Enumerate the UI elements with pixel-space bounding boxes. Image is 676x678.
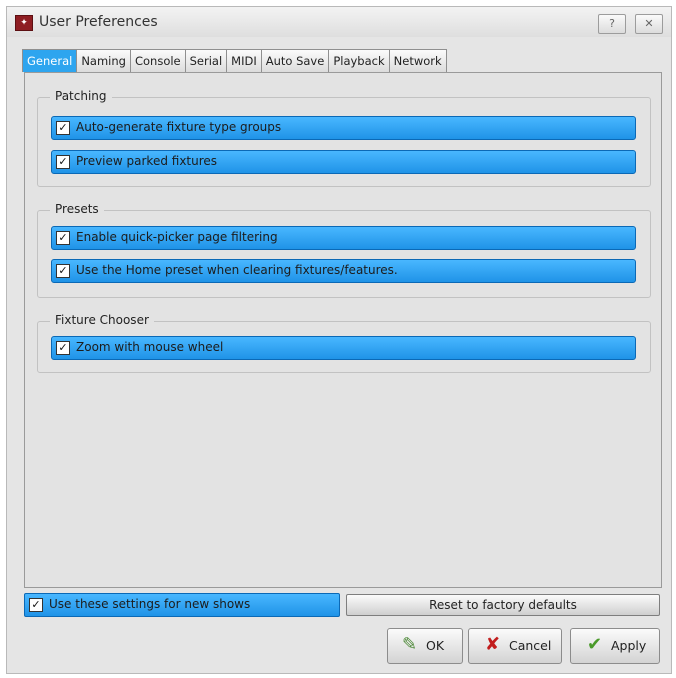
- pencil-check-icon: ✎: [402, 634, 418, 655]
- red-x-icon: ✘: [485, 634, 501, 655]
- app-icon: ✦: [15, 15, 33, 31]
- reset-factory-defaults-button[interactable]: Reset to factory defaults: [346, 594, 660, 616]
- checkbox-checked-icon: ✓: [56, 231, 70, 245]
- fixture-chooser-group-title: Fixture Chooser: [50, 313, 154, 327]
- zoom-mouse-wheel-checkbox[interactable]: ✓ Zoom with mouse wheel: [51, 336, 636, 360]
- help-button[interactable]: ?: [598, 14, 626, 34]
- apply-button[interactable]: ✔ Apply: [570, 628, 660, 664]
- home-preset-clearing-checkbox[interactable]: ✓ Use the Home preset when clearing fixt…: [51, 259, 636, 283]
- tab-playback[interactable]: Playback: [328, 49, 390, 72]
- help-icon: ?: [609, 17, 615, 30]
- patching-group-title: Patching: [50, 89, 112, 103]
- tab-auto-save[interactable]: Auto Save: [260, 49, 330, 72]
- option-label: Use the Home preset when clearing fixtur…: [76, 263, 398, 277]
- tab-console[interactable]: Console: [129, 49, 186, 72]
- close-icon: ✕: [644, 17, 654, 30]
- checkbox-checked-icon: ✓: [56, 341, 70, 355]
- tab-naming[interactable]: Naming: [76, 49, 131, 72]
- cancel-label: Cancel: [509, 638, 552, 653]
- option-label: Use these settings for new shows: [49, 597, 251, 611]
- close-button[interactable]: ✕: [635, 14, 663, 34]
- tab-general[interactable]: General: [22, 49, 78, 72]
- ok-button[interactable]: ✎ OK: [387, 628, 463, 664]
- general-tab-panel: Patching ✓ Auto-generate fixture type gr…: [24, 72, 662, 588]
- option-label: Auto-generate fixture type groups: [76, 120, 282, 134]
- fixture-chooser-group: Fixture Chooser ✓ Zoom with mouse wheel: [37, 313, 651, 373]
- checkbox-checked-icon: ✓: [56, 155, 70, 169]
- tab-strip: General Naming Console Serial MIDI Auto …: [22, 49, 447, 73]
- option-label: Zoom with mouse wheel: [76, 340, 224, 354]
- ok-label: OK: [426, 638, 445, 653]
- tab-midi[interactable]: MIDI: [226, 49, 262, 72]
- green-check-icon: ✔: [587, 634, 603, 655]
- option-label: Preview parked fixtures: [76, 154, 218, 168]
- preview-parked-fixtures-checkbox[interactable]: ✓ Preview parked fixtures: [51, 150, 636, 174]
- presets-group: Presets ✓ Enable quick-picker page filte…: [37, 202, 651, 298]
- cancel-button[interactable]: ✘ Cancel: [468, 628, 562, 664]
- apply-label: Apply: [611, 638, 647, 653]
- title-bar[interactable]: ✦ User Preferences ? ✕: [7, 7, 671, 37]
- checkbox-checked-icon: ✓: [56, 264, 70, 278]
- checkbox-checked-icon: ✓: [56, 121, 70, 135]
- quick-picker-filtering-checkbox[interactable]: ✓ Enable quick-picker page filtering: [51, 226, 636, 250]
- patching-group: Patching ✓ Auto-generate fixture type gr…: [37, 89, 651, 187]
- presets-group-title: Presets: [50, 202, 104, 216]
- auto-generate-groups-checkbox[interactable]: ✓ Auto-generate fixture type groups: [51, 116, 636, 140]
- window-title: User Preferences: [39, 14, 158, 30]
- tab-network[interactable]: Network: [388, 49, 447, 72]
- checkbox-checked-icon: ✓: [29, 598, 43, 612]
- option-label: Enable quick-picker page filtering: [76, 230, 278, 244]
- tab-serial[interactable]: Serial: [184, 49, 228, 72]
- use-settings-new-shows-checkbox[interactable]: ✓ Use these settings for new shows: [24, 593, 340, 617]
